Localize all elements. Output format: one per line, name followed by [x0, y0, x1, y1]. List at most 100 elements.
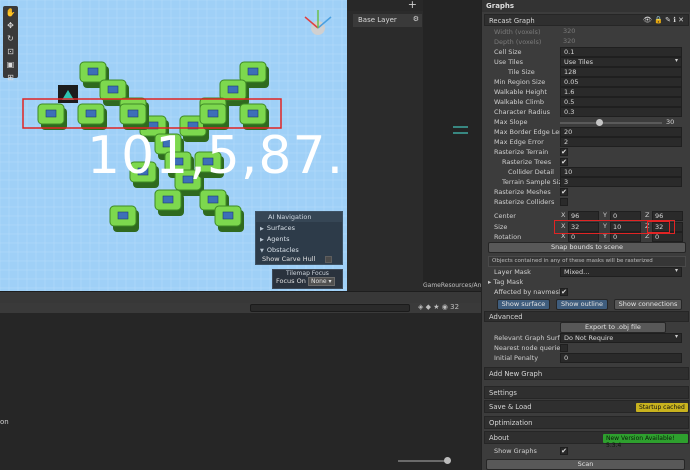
max-edge-error-row: Max Edge Error 2	[488, 137, 688, 148]
expand-arrow-icon: ▶	[260, 226, 264, 232]
terrain-sample-size-input[interactable]: 3	[560, 177, 682, 187]
tile-node-marker	[207, 109, 219, 118]
layer-mask-dropdown[interactable]: Mixed...	[560, 267, 682, 277]
hand-tool-icon[interactable]: ✋	[4, 7, 17, 19]
eye-icon[interactable]: ◉	[442, 303, 448, 311]
about-header[interactable]: About New Version Available! 5.3.4	[484, 431, 689, 449]
tile-size-input[interactable]: 128	[560, 67, 682, 77]
optimization-header[interactable]: Optimization	[484, 416, 689, 429]
expand-arrow-icon: ▶	[260, 237, 264, 243]
show-carve-hull-row[interactable]: Show Carve Hull	[262, 255, 342, 263]
hierarchy-toolbar: +	[347, 0, 423, 11]
ai-surfaces-item[interactable]: ▶ Surfaces	[256, 222, 342, 233]
console-search-input[interactable]	[250, 304, 410, 312]
rotate-tool-icon[interactable]: ↻	[4, 33, 17, 45]
initial-penalty-input[interactable]: 0	[560, 353, 682, 363]
base-layer-label: Base Layer	[358, 16, 397, 24]
focus-on-label: Focus On	[276, 277, 306, 285]
export-obj-button[interactable]: Export to .obj file	[560, 322, 666, 333]
size-z-highlight-box	[647, 221, 670, 233]
settings-header[interactable]: Settings	[484, 386, 689, 399]
scale-tool-icon[interactable]: ⊡	[4, 46, 17, 58]
relevant-graph-surface-row: Relevant Graph SurfacDo Not Require	[488, 333, 688, 344]
tile-node-marker	[127, 109, 139, 118]
tile-node-marker	[87, 67, 99, 76]
inspector-panel: Graphs Recast Graph 👁 🔒 ✎ ℹ ✕ Width (vox…	[481, 0, 690, 470]
gear-icon[interactable]: ⚙	[413, 15, 419, 23]
save-load-header[interactable]: Save & Load Startup cached	[484, 400, 689, 413]
tile-node-marker	[247, 67, 259, 76]
edit-icon[interactable]: ✎	[665, 16, 671, 24]
snap-bounds-button[interactable]: Snap bounds to scene	[488, 242, 686, 253]
nearest-node-queries-checkbox[interactable]	[560, 344, 568, 352]
ai-agents-item[interactable]: ▶ Agents	[256, 233, 342, 244]
eye-icon[interactable]: 👁	[643, 16, 652, 24]
tile-node-marker	[222, 211, 234, 220]
rasterize-terrain-row: Rasterize Terrain ✔	[494, 148, 568, 156]
graph-canvas	[453, 126, 468, 134]
node-coordinate-label: 101,5,87.5	[87, 126, 347, 186]
transform-tool-icon[interactable]: ⊞	[4, 72, 17, 84]
min-region-size-input[interactable]: 0.05	[560, 77, 682, 87]
zoom-slider-track[interactable]	[398, 460, 448, 462]
use-tiles-dropdown[interactable]: Use Tiles	[560, 57, 682, 67]
add-icon[interactable]: +	[408, 0, 417, 11]
max-slope-slider-handle[interactable]	[596, 119, 603, 126]
focus-on-row: Focus On None ▾	[273, 277, 342, 286]
scene-toolbar: ✋ ✥ ↻ ⊡ ▣ ⊞	[3, 6, 18, 82]
info-icon[interactable]: ℹ	[673, 16, 676, 24]
rect-tool-icon[interactable]: ▣	[4, 59, 17, 71]
character-radius-input[interactable]: 0.3	[560, 107, 682, 117]
scene-view[interactable]: ✋ ✥ ↻ ⊡ ▣ ⊞ 101,5,87.5 AI Navigation ▶Su…	[0, 0, 347, 291]
walkable-height-input[interactable]: 1.6	[560, 87, 682, 97]
rasterize-meshes-checkbox[interactable]: ✔	[560, 188, 568, 196]
ai-obstacles-item[interactable]: ▼ Obstacles	[256, 244, 342, 255]
max-slope-slider[interactable]	[560, 122, 662, 124]
max-border-edge-input[interactable]: 20	[560, 127, 682, 137]
rasterize-trees-checkbox[interactable]: ✔	[560, 158, 568, 166]
tile-node-marker	[45, 109, 57, 118]
max-slope-value[interactable]: 30	[666, 118, 674, 126]
max-edge-error-input[interactable]: 2	[560, 137, 682, 147]
relevant-graph-surface-dropdown[interactable]: Do Not Require	[560, 333, 682, 343]
show-connections-button[interactable]: Show connections	[614, 299, 682, 310]
show-outline-button[interactable]: Show outline	[556, 299, 608, 310]
add-new-graph-button[interactable]: Add New Graph	[484, 367, 689, 380]
console-panel[interactable]: on	[0, 313, 481, 470]
focus-on-dropdown[interactable]: None ▾	[307, 277, 335, 286]
layers-icon[interactable]: ◈	[418, 303, 423, 311]
walkable-climb-input[interactable]: 0.5	[560, 97, 682, 107]
rasterize-colliders-row: Rasterize Colliders	[488, 198, 688, 208]
base-layer-header[interactable]: Base Layer ⚙	[353, 14, 422, 27]
visibility-count: 32	[450, 303, 460, 311]
scan-button[interactable]: Scan	[486, 459, 685, 470]
animator-graph-area[interactable]: GameResources/Anim	[423, 0, 483, 289]
collider-detail-input[interactable]: 10	[560, 167, 682, 177]
character-radius-row: Character Radius 0.3	[488, 107, 688, 118]
advanced-header[interactable]: Advanced	[484, 311, 689, 322]
rasterize-colliders-checkbox[interactable]	[560, 198, 568, 206]
tile-node-marker	[207, 195, 219, 204]
tag-mask-row[interactable]: ▸ Tag Mask	[488, 278, 688, 288]
lock-icon[interactable]: 🔒	[654, 16, 663, 24]
show-graphs-checkbox[interactable]: ✔	[560, 447, 568, 455]
close-icon[interactable]: ✕	[678, 16, 684, 24]
graph-actions: 👁 🔒 ✎ ℹ ✕	[643, 16, 684, 24]
cell-size-input[interactable]: 0.1	[560, 47, 682, 57]
rasterize-terrain-checkbox[interactable]: ✔	[560, 148, 568, 156]
show-graphs-row: Show Graphs ✔	[494, 447, 568, 455]
resource-path: GameResources/Anim	[423, 282, 483, 289]
zoom-slider-handle[interactable]	[444, 457, 451, 464]
show-carve-hull-checkbox[interactable]	[325, 255, 333, 263]
terrain-sample-size-row: Terrain Sample Size 3	[488, 177, 688, 188]
star-icon[interactable]: ★	[433, 303, 439, 311]
tag-icon[interactable]: ◆	[426, 303, 431, 311]
affected-by-navmesh-checkbox[interactable]: ✔	[560, 288, 568, 296]
tile-node-marker	[117, 211, 129, 220]
show-surface-button[interactable]: Show surface	[497, 299, 550, 310]
layer-mask-row: Layer Mask Mixed...	[488, 267, 688, 278]
console-tab-bar	[0, 291, 481, 303]
tile-node-marker	[85, 109, 97, 118]
recast-graph-header[interactable]: Recast Graph 👁 🔒 ✎ ℹ ✕	[484, 14, 689, 26]
move-tool-icon[interactable]: ✥	[4, 20, 17, 32]
